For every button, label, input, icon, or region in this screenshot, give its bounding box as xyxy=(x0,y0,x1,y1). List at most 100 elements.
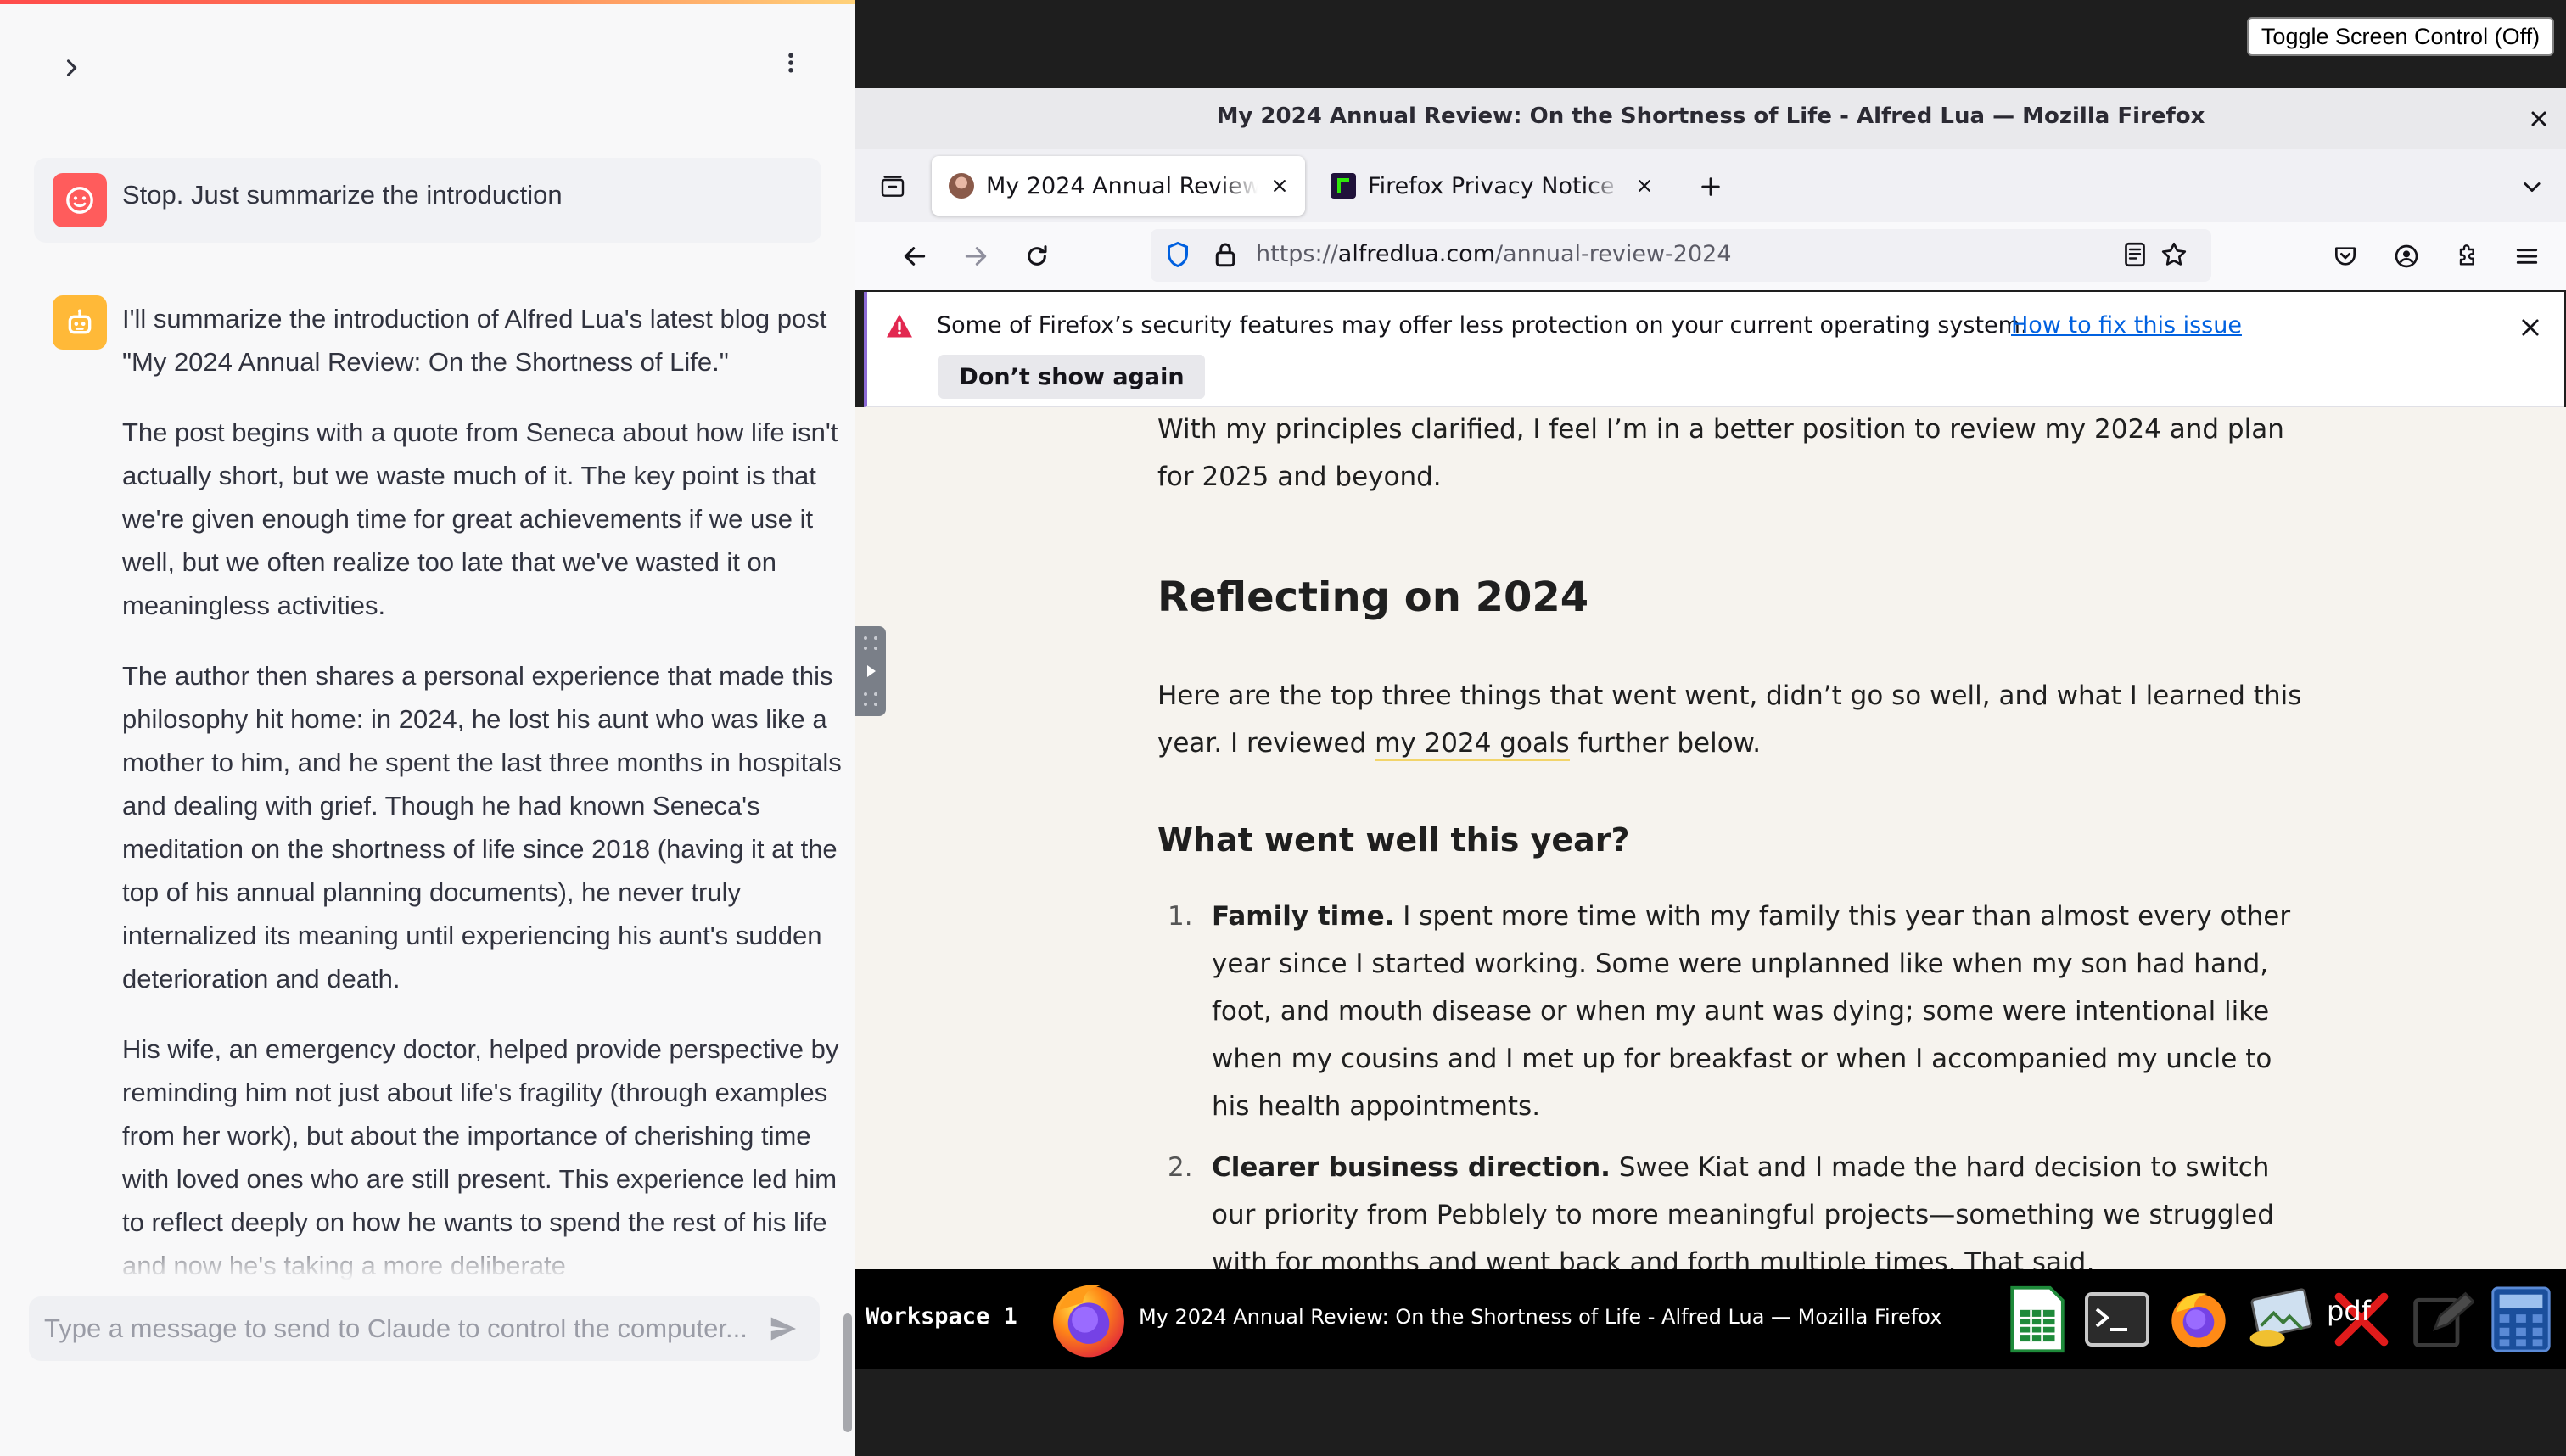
url-text[interactable]: https://alfredlua.com/annual-review-2024 xyxy=(1256,241,1732,267)
drag-grip-icon xyxy=(864,636,877,706)
back-arrow-icon xyxy=(904,247,926,266)
firefox-view-icon xyxy=(881,176,905,197)
web-page-content[interactable]: With my principles clarified, I feel I’m… xyxy=(855,407,2566,1269)
toggle-screen-control-button[interactable]: Toggle Screen Control (Off) xyxy=(2247,17,2554,56)
paragraph-text: further below. xyxy=(1569,728,1762,759)
window-close-button[interactable] xyxy=(2520,100,2558,137)
send-arrow-icon xyxy=(770,1317,797,1341)
security-notification-bar: Some of Firefox’s security features may … xyxy=(864,292,2564,407)
assistant-message: I'll summarize the introduction of Alfre… xyxy=(34,288,842,1281)
close-icon xyxy=(1639,180,1650,192)
tab-label: My 2024 Annual Review: On the Shortness … xyxy=(986,172,1258,199)
list-item-title: Family time. xyxy=(1212,901,1395,932)
app-menu-button[interactable] xyxy=(2503,232,2551,280)
chat-message-input[interactable] xyxy=(44,1296,757,1361)
reload-button[interactable] xyxy=(1013,232,1061,280)
pocket-icon xyxy=(2335,247,2356,266)
tracking-protection-shield-icon[interactable] xyxy=(1163,239,1193,273)
chevron-down-icon xyxy=(2524,182,2541,193)
main-menu-button[interactable] xyxy=(767,39,815,87)
assistant-message-body: I'll summarize the introduction of Alfre… xyxy=(122,297,854,1314)
pdf-launcher[interactable]: pdf xyxy=(2325,1283,2398,1356)
went-well-list: 1. Family time. I spent more time with my… xyxy=(1157,893,2311,1269)
reload-icon xyxy=(1028,245,1047,266)
notification-message: Some of Firefox’s security features may … xyxy=(937,312,2028,339)
hamburger-menu-icon xyxy=(2516,249,2538,264)
terminal-launcher[interactable] xyxy=(2081,1283,2154,1356)
pdf-label: pdf xyxy=(2327,1295,2371,1327)
send-button[interactable] xyxy=(759,1305,808,1352)
pocket-button[interactable] xyxy=(2322,232,2369,280)
user-face-icon xyxy=(66,187,93,214)
puzzle-piece-icon xyxy=(2459,244,2474,266)
close-icon xyxy=(2531,111,2546,126)
tab-label: Firefox Privacy Notice — Mozilla xyxy=(1368,172,1622,199)
calculator-launcher[interactable] xyxy=(2485,1283,2558,1356)
new-tab-button[interactable] xyxy=(1687,166,1734,207)
expand-sidebar-button[interactable] xyxy=(48,44,95,92)
tab-annual-review[interactable]: My 2024 Annual Review: On the Shortness … xyxy=(932,156,1305,216)
firefox-navigation-bar: https://alfredlua.com/annual-review-2024 xyxy=(855,222,2566,290)
plus-icon xyxy=(1701,177,1720,196)
account-icon xyxy=(2395,244,2418,268)
article-intro-paragraph: With my principles clarified, I feel I’m… xyxy=(1157,414,2284,492)
list-item-number: 2. xyxy=(1168,1152,1193,1183)
tab-close-button[interactable] xyxy=(1264,171,1295,201)
url-path: /annual-review-2024 xyxy=(1495,241,1732,267)
notification-close-button[interactable] xyxy=(2510,307,2551,348)
list-item-text: I spent more time with my family this ye… xyxy=(1212,901,2291,1122)
kebab-menu-icon xyxy=(788,53,793,73)
tab-privacy-notice[interactable]: Firefox Privacy Notice — Mozilla xyxy=(1314,156,1670,216)
account-button[interactable] xyxy=(2383,232,2430,280)
forward-button[interactable] xyxy=(952,232,1000,280)
article-subheading: What went well this year? xyxy=(1157,821,1630,859)
extensions-button[interactable] xyxy=(2444,232,2491,280)
assistant-paragraph: I'll summarize the introduction of Alfre… xyxy=(122,304,827,377)
workspace-label[interactable]: Workspace 1 xyxy=(866,1303,1017,1330)
spreadsheet-launcher[interactable] xyxy=(2001,1283,2074,1356)
alfred-lua-favicon-icon xyxy=(949,173,974,199)
reader-view-icon[interactable] xyxy=(2120,239,2150,273)
image-viewer-launcher[interactable] xyxy=(2244,1283,2317,1356)
list-item: 1. Family time. I spent more time with my… xyxy=(1157,893,2311,1130)
firefox-view-button[interactable] xyxy=(872,166,913,207)
assistant-paragraph: The author then shares a personal experi… xyxy=(122,661,842,994)
firefox-launcher[interactable] xyxy=(2162,1283,2235,1356)
how-to-fix-link[interactable]: How to fix this issue xyxy=(2011,312,2242,339)
address-bar[interactable]: https://alfredlua.com/annual-review-2024 xyxy=(1151,229,2211,282)
my-2024-goals-link[interactable]: my 2024 goals xyxy=(1375,728,1570,761)
list-item-title: Clearer business direction. xyxy=(1212,1152,1611,1183)
chat-bottom-fade xyxy=(0,1230,855,1290)
dont-show-again-button[interactable]: Don’t show again xyxy=(938,355,1205,399)
window-title: My 2024 Annual Review: On the Shortness … xyxy=(1216,104,2205,129)
lock-icon[interactable] xyxy=(1210,239,1241,273)
terminal-icon xyxy=(2085,1292,2149,1347)
warning-icon xyxy=(884,311,915,344)
remote-desktop-screen: Toggle Screen Control (Off) My 2024 Annu… xyxy=(855,0,2566,1456)
assistant-paragraph: The post begins with a quote from Seneca… xyxy=(122,417,838,620)
chat-panel: Stop. Just summarize the introduction I'… xyxy=(0,0,855,1456)
chat-input-container xyxy=(29,1296,820,1361)
desktop-taskbar: Workspace 1 My 2024 Annual Review: On th… xyxy=(855,1269,2566,1369)
list-item-number: 1. xyxy=(1168,901,1193,932)
url-scheme: https:// xyxy=(1256,241,1338,267)
text-editor-launcher[interactable] xyxy=(2405,1283,2478,1356)
top-accent-bar xyxy=(0,0,855,4)
back-button[interactable] xyxy=(891,232,938,280)
close-icon xyxy=(2522,319,2539,336)
user-message: Stop. Just summarize the introduction xyxy=(34,158,821,243)
panel-drag-handle[interactable] xyxy=(855,626,886,716)
bookmark-star-icon[interactable] xyxy=(2159,239,2189,273)
mozilla-favicon-icon xyxy=(1331,173,1356,199)
edit-icon xyxy=(2413,1291,2474,1347)
article-paragraph: Here are the top three things that went … xyxy=(1157,672,2311,767)
active-window-title[interactable]: My 2024 Annual Review: On the Shortness … xyxy=(1139,1305,1941,1329)
robot-icon xyxy=(68,309,92,334)
chevron-right-icon xyxy=(66,59,77,76)
tab-close-button[interactable] xyxy=(1629,171,1660,201)
list-all-tabs-button[interactable] xyxy=(2512,166,2552,207)
user-message-text: Stop. Just summarize the introduction xyxy=(122,180,563,210)
chat-scrollbar-thumb[interactable] xyxy=(843,1313,852,1432)
firefox-logo-icon[interactable] xyxy=(1044,1273,1134,1363)
list-item: 2. Clearer business direction. Swee Kiat … xyxy=(1157,1144,2311,1269)
